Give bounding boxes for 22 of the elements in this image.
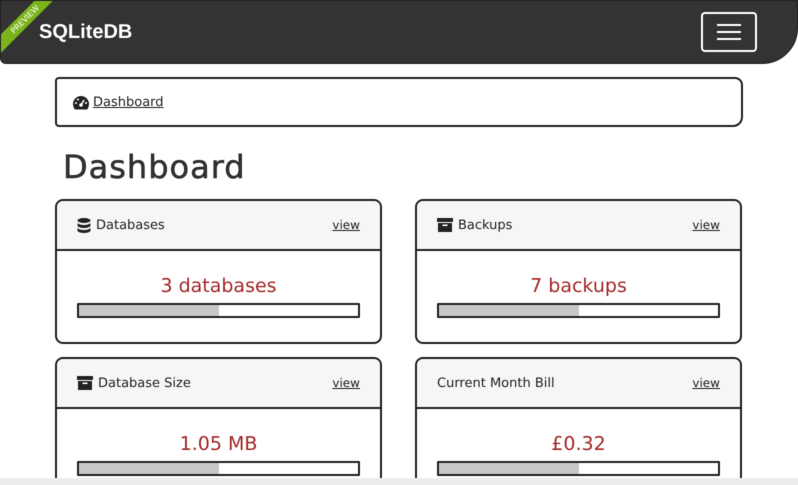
brand-logo[interactable]: SQLiteDB — [39, 20, 132, 44]
card-title: Current Month Bill — [437, 376, 555, 390]
view-link[interactable]: view — [692, 376, 720, 390]
card-title: Databases — [96, 218, 165, 232]
database-icon — [77, 218, 91, 232]
view-link[interactable]: view — [332, 376, 360, 390]
archive-box-icon — [77, 376, 93, 390]
card-title: Database Size — [98, 376, 191, 390]
gauge-icon — [72, 94, 90, 110]
stat-value: 7 backups — [529, 275, 628, 297]
archive-box-icon — [437, 218, 453, 232]
menu-button[interactable] — [701, 12, 757, 52]
breadcrumb-link[interactable]: Dashboard — [72, 94, 164, 110]
page-title: Dashboard — [63, 147, 247, 187]
scrollbar[interactable] — [0, 478, 798, 485]
view-link[interactable]: view — [332, 218, 360, 232]
view-link[interactable]: view — [692, 218, 720, 232]
stat-value: 1.05 MB — [178, 433, 258, 455]
menu-icon — [716, 23, 742, 41]
stat-value: 3 databases — [159, 275, 278, 297]
card-title: Backups — [458, 218, 512, 232]
stat-value: £0.32 — [550, 433, 607, 455]
